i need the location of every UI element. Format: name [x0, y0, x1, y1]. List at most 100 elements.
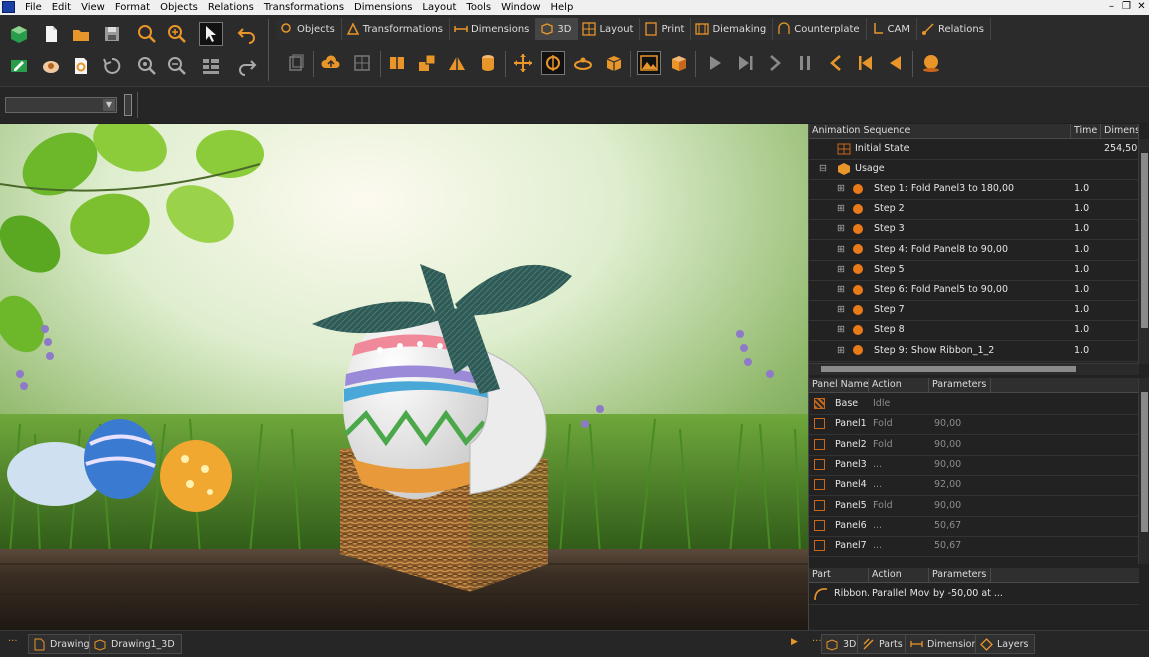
restore-icon[interactable]: ❐: [1119, 0, 1134, 15]
menu-window[interactable]: Window: [496, 0, 545, 15]
step-forward-icon[interactable]: [764, 52, 786, 74]
zoom-out-icon[interactable]: [166, 55, 188, 77]
header-dimension[interactable]: Dimensio: [1101, 124, 1139, 138]
menu-file[interactable]: File: [20, 0, 47, 15]
table-row[interactable]: Panel7... 50,67: [809, 536, 1139, 558]
refresh-icon[interactable]: [101, 55, 123, 77]
cloud-upload-icon[interactable]: [320, 52, 342, 74]
tab-dimensions[interactable]: Dimensions: [450, 18, 537, 40]
menu-relations[interactable]: Relations: [203, 0, 259, 15]
expand-icon[interactable]: ⊞: [837, 219, 849, 239]
tab-print[interactable]: Print: [640, 18, 692, 40]
fold-panel-icon[interactable]: [386, 52, 408, 74]
header-part-parameters[interactable]: Parameters ...: [929, 568, 991, 582]
menu-format[interactable]: Format: [110, 0, 155, 15]
tab-cam[interactable]: CAM: [866, 18, 917, 40]
panel-params[interactable]: 90,00: [934, 496, 992, 516]
layer-combo[interactable]: ▼: [5, 97, 117, 113]
header-time[interactable]: Time: [1071, 124, 1101, 138]
panel-action[interactable]: Idle: [873, 394, 929, 414]
list-item-step[interactable]: ⊞ Step 4: Fold Panel8 to 90,00 1.0: [809, 240, 1139, 261]
scroll-thumb[interactable]: [1141, 392, 1148, 532]
animation-vscroll[interactable]: [1138, 139, 1149, 364]
header-part[interactable]: Part: [809, 568, 869, 582]
panel-action[interactable]: ...: [873, 536, 929, 556]
small-field[interactable]: [124, 94, 132, 116]
tab-transformations[interactable]: Transformations: [341, 18, 451, 40]
table-row[interactable]: Panel5 Fold 90,00: [809, 496, 1139, 517]
collapse-icon[interactable]: ⊟: [819, 159, 831, 179]
menu-dimensions[interactable]: Dimensions: [349, 0, 417, 15]
tab-3d[interactable]: 3D: [536, 18, 579, 40]
grid-view-icon[interactable]: [200, 55, 222, 77]
menu-transformations[interactable]: Transformations: [259, 0, 349, 15]
cylinder-icon[interactable]: [477, 52, 499, 74]
pause-icon[interactable]: [794, 52, 816, 74]
play-reverse-icon[interactable]: [885, 52, 907, 74]
chevron-down-icon[interactable]: ▼: [103, 99, 115, 111]
fold-corner-icon[interactable]: [416, 52, 438, 74]
hscroll-thumb[interactable]: [821, 366, 1076, 372]
tab-objects[interactable]: Objects: [276, 18, 342, 40]
menu-objects[interactable]: Objects: [155, 0, 203, 15]
expand-icon[interactable]: ⊞: [837, 280, 849, 300]
list-item-initial-state[interactable]: Initial State 254,50 x: [809, 139, 1140, 160]
undo-icon[interactable]: [236, 23, 258, 45]
zoom-fit-icon[interactable]: [136, 55, 158, 77]
cube-logo-icon[interactable]: [8, 23, 30, 45]
doc-tab-scroll-right-icon[interactable]: ▶: [791, 637, 798, 647]
grid-3d-icon[interactable]: [351, 52, 373, 74]
panel-params[interactable]: 50,67: [934, 516, 992, 536]
menu-tools[interactable]: Tools: [461, 0, 496, 15]
table-row[interactable]: Panel6... 50,67: [809, 516, 1139, 537]
list-item-step[interactable]: ⊞ Step 1: Fold Panel3 to 180,00 1.0: [809, 179, 1139, 200]
minimize-icon[interactable]: –: [1104, 0, 1119, 15]
animation-hscroll[interactable]: [809, 363, 1139, 375]
list-item-step[interactable]: ⊞ Step 7 1.0: [809, 300, 1139, 322]
list-item-step[interactable]: ⊞ Step 5 1.0: [809, 260, 1139, 281]
part-row[interactable]: Ribbon... Parallel Move by -50,00 at ...: [809, 584, 1139, 605]
tab-relations[interactable]: Relations: [916, 18, 991, 40]
import-icon[interactable]: [40, 55, 62, 77]
panel-params[interactable]: 90,00: [934, 455, 992, 475]
step-time[interactable]: 1.0: [1074, 240, 1099, 260]
3d-viewport[interactable]: [0, 124, 808, 630]
green-edit-icon[interactable]: [8, 55, 30, 77]
move-icon[interactable]: [512, 52, 534, 74]
panel-params[interactable]: 90,00: [934, 414, 992, 434]
panel-action[interactable]: Fold: [873, 496, 929, 516]
header-action[interactable]: Action: [869, 378, 929, 392]
panel-tab-layers[interactable]: Layers: [975, 634, 1036, 654]
list-item-step[interactable]: ⊞ Step 2 1.0: [809, 199, 1139, 221]
doc-tab-drawing1-3d[interactable]: Drawing1_3D: [89, 634, 182, 654]
step-back-icon[interactable]: [825, 52, 847, 74]
panel-action[interactable]: Fold: [873, 414, 929, 434]
step-time[interactable]: 1.0: [1074, 300, 1099, 320]
list-item-step[interactable]: ⊞ Step 6: Fold Panel5 to 90,00 1.0: [809, 280, 1139, 301]
expand-icon[interactable]: ⊞: [837, 179, 849, 199]
header-part-action[interactable]: Action: [869, 568, 929, 582]
rewind-to-start-icon[interactable]: [855, 52, 877, 74]
step-time[interactable]: 1.0: [1074, 280, 1099, 300]
zoom-in-icon[interactable]: [166, 23, 188, 45]
tab-diemaking[interactable]: Diemaking: [691, 18, 774, 40]
header-panel-name[interactable]: Panel Name: [809, 378, 869, 392]
redo-icon[interactable]: [236, 55, 258, 77]
step-time[interactable]: 1.0: [1074, 320, 1099, 340]
menu-layout[interactable]: Layout: [417, 0, 461, 15]
render-scene-icon[interactable]: [637, 51, 661, 75]
expand-icon[interactable]: ⊞: [837, 320, 849, 340]
scroll-thumb[interactable]: [1141, 153, 1148, 328]
list-item-step[interactable]: ⊞ Step 3 1.0: [809, 219, 1139, 241]
expand-icon[interactable]: ⊞: [837, 260, 849, 280]
step-time[interactable]: 1.0: [1074, 341, 1099, 361]
expand-icon[interactable]: ⊞: [837, 341, 849, 361]
panel-tab-parts[interactable]: Parts: [857, 634, 910, 654]
material-sphere-icon[interactable]: [920, 52, 942, 74]
play-to-end-icon[interactable]: [734, 52, 756, 74]
select-arrow-icon[interactable]: [199, 22, 223, 46]
step-time[interactable]: 1.0: [1074, 179, 1099, 199]
panel-action[interactable]: Fold: [873, 435, 929, 455]
doc-tab-dots[interactable]: ···: [8, 636, 18, 647]
panel-action[interactable]: ...: [873, 516, 929, 536]
